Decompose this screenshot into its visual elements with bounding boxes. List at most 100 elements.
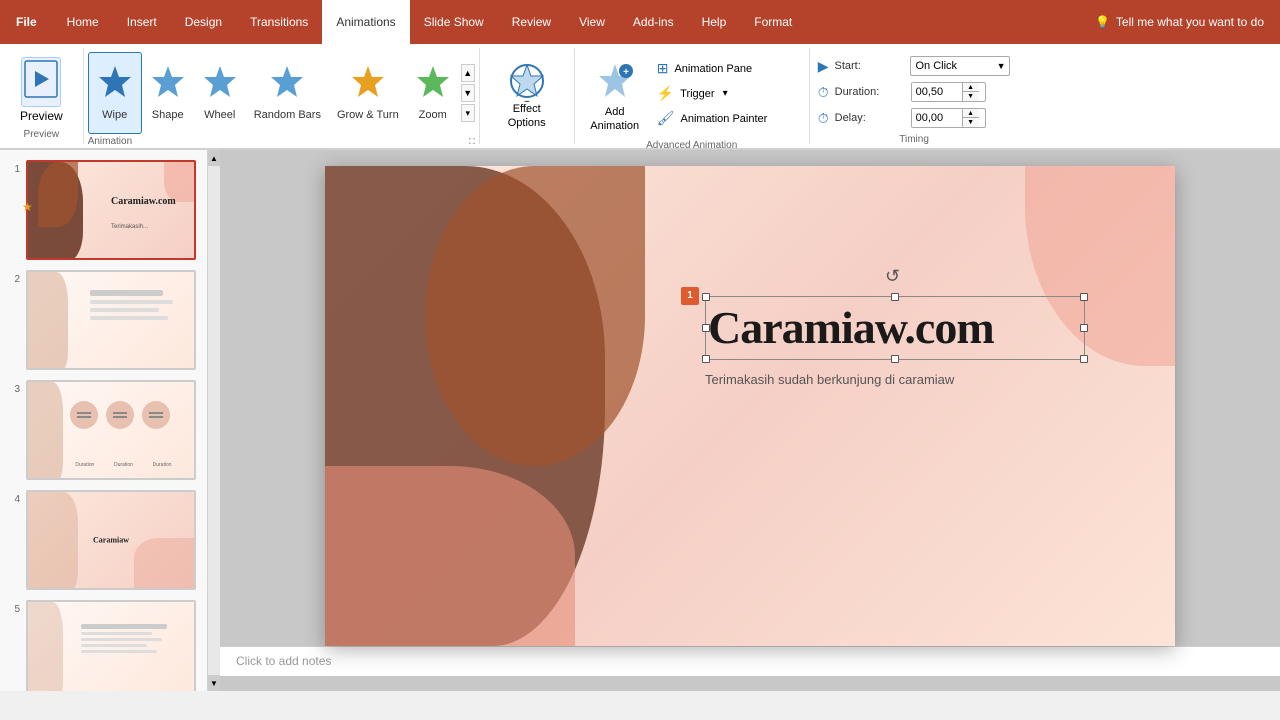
duration-icon: ⏱ <box>818 84 829 101</box>
handle-bottom-right[interactable] <box>1080 355 1088 363</box>
start-icon: ▶ <box>818 58 829 75</box>
handle-top-left[interactable] <box>702 293 710 301</box>
delay-value[interactable] <box>912 109 962 127</box>
advanced-items: + AddAnimation ⊞ Animation Pane ⚡ Trigge… <box>583 52 801 138</box>
handle-middle-right[interactable] <box>1080 324 1088 332</box>
animation-wheel[interactable]: Wheel <box>194 52 246 134</box>
handle-bottom-middle[interactable] <box>891 355 899 363</box>
duration-down[interactable]: ▼ <box>963 92 979 101</box>
tab-insert[interactable]: Insert <box>113 0 171 44</box>
slide-num-1: 1 <box>6 164 20 175</box>
tab-format[interactable]: Format <box>740 0 806 44</box>
slide-num-5: 5 <box>6 604 20 615</box>
notes-bar[interactable]: Click to add notes <box>220 646 1280 676</box>
slide-preview-5 <box>26 600 196 691</box>
slide-thumb-2[interactable]: 2 <box>4 268 203 372</box>
handle-top-right[interactable] <box>1080 293 1088 301</box>
shape-icon <box>150 64 186 105</box>
handle-top-middle[interactable] <box>891 293 899 301</box>
animation-shape[interactable]: Shape <box>142 52 194 134</box>
handle-middle-left[interactable] <box>702 324 710 332</box>
start-dropdown[interactable]: On Click ▼ <box>910 56 1010 76</box>
preview-group-label: Preview <box>24 127 60 140</box>
lightbulb-icon: 💡 <box>1095 15 1110 29</box>
animation-zoom[interactable]: Zoom <box>407 52 459 134</box>
notes-placeholder: Click to add notes <box>236 654 331 668</box>
add-animation-icon: + <box>594 61 636 103</box>
tab-slideshow[interactable]: Slide Show <box>410 0 498 44</box>
animation-scroll-controls: ▲ ▼ ▾ <box>461 64 475 122</box>
slides-panel: 1 Caramiaw.com Terimakasih... ★ <box>0 150 208 691</box>
delay-input[interactable]: ▲ ▼ <box>911 108 986 128</box>
effect-options-button[interactable]: ▼ EffectOptions <box>492 56 562 135</box>
slide-1-content: Caramiaw.com Terimakasih... <box>28 162 194 258</box>
slides-panel-outer: 1 Caramiaw.com Terimakasih... ★ <box>0 150 220 691</box>
preview-label: Preview <box>20 109 63 123</box>
thumb-4-blob2 <box>134 538 194 588</box>
thumb-2-text <box>86 286 186 353</box>
tab-design[interactable]: Design <box>171 0 236 44</box>
scroll-more-btn[interactable]: ▾ <box>461 104 475 122</box>
effect-options-area: ▼ EffectOptions <box>492 52 562 138</box>
scroll-up-btn[interactable]: ▲ <box>461 64 475 82</box>
tab-review[interactable]: Review <box>498 0 565 44</box>
slide-thumb-5[interactable]: 5 <box>4 598 203 691</box>
slides-scroll-down[interactable]: ▼ <box>208 675 220 691</box>
slide-subtitle: Terimakasih sudah berkunjung di caramiaw <box>705 372 1085 387</box>
svg-text:+: + <box>623 67 629 78</box>
tell-me-box[interactable]: 💡 Tell me what you want to do <box>1079 15 1280 29</box>
animation-random-bars[interactable]: Random Bars <box>246 52 329 134</box>
start-value: On Click <box>915 60 957 72</box>
ribbon-group-preview: Preview Preview <box>0 48 84 144</box>
tab-home[interactable]: Home <box>53 0 113 44</box>
tab-file[interactable]: File <box>0 0 53 44</box>
animation-painter-button[interactable]: 🖌 Animation Painter <box>651 108 801 129</box>
slide-thumb-4[interactable]: 4 Caramiaw <box>4 488 203 592</box>
thumb-4-title: Caramiaw <box>93 536 129 545</box>
timing-group-label: Timing <box>899 132 929 145</box>
duration-up[interactable]: ▲ <box>963 83 979 92</box>
animation-items-row: Wipe Shape <box>88 52 475 134</box>
tell-me-label: Tell me what you want to do <box>1116 15 1264 29</box>
tab-animations[interactable]: Animations <box>322 0 409 44</box>
animation-pane-button[interactable]: ⊞ Animation Pane <box>651 58 801 79</box>
handle-bottom-left[interactable] <box>702 355 710 363</box>
trigger-button[interactable]: ⚡ Trigger ▾ <box>651 83 801 104</box>
animation-grow-turn[interactable]: Grow & Turn <box>329 52 407 134</box>
animation-pane-icon: ⊞ <box>657 60 669 77</box>
preview-items: Preview <box>8 52 75 127</box>
tab-addins[interactable]: Add-ins <box>619 0 688 44</box>
animation-wipe[interactable]: Wipe <box>88 52 142 134</box>
shape-label: Shape <box>152 109 184 122</box>
animation-group-expand-icon[interactable]: ⛶ <box>469 137 475 147</box>
tab-transitions[interactable]: Transitions <box>236 0 322 44</box>
thumb-5-blob <box>28 602 63 691</box>
slide-thumb-3[interactable]: 3 <box>4 378 203 482</box>
tab-view[interactable]: View <box>565 0 619 44</box>
animation-painter-label: Animation Painter <box>680 113 767 125</box>
delay-down[interactable]: ▼ <box>963 118 979 127</box>
add-animation-label: AddAnimation <box>590 105 639 134</box>
slides-scrollbar[interactable]: ▲ ▼ <box>208 150 220 691</box>
trigger-icon: ⚡ <box>657 85 674 102</box>
preview-button[interactable]: Preview <box>8 53 75 127</box>
slides-scroll-up[interactable]: ▲ <box>208 150 220 166</box>
ribbon-group-timing: ▶ Start: On Click ▼ ⏱ Duration: ▲ <box>810 48 1019 144</box>
duration-input[interactable]: ▲ ▼ <box>911 82 986 102</box>
slide-preview-3: DurationDurationDuration <box>26 380 196 480</box>
slide-preview-4: Caramiaw <box>26 490 196 590</box>
slide-thumb-1[interactable]: 1 Caramiaw.com Terimakasih... ★ <box>4 158 203 262</box>
delay-label: Delay: <box>835 112 905 124</box>
rotate-handle[interactable]: ↺ <box>885 266 900 287</box>
selected-textbox[interactable]: ↺ 1 Caramiaw.com <box>705 296 1085 388</box>
wheel-icon <box>202 64 238 105</box>
duration-value[interactable] <box>912 83 962 101</box>
add-animation-button[interactable]: + AddAnimation <box>583 56 647 138</box>
delay-up[interactable]: ▲ <box>963 109 979 118</box>
duration-spinners: ▲ ▼ <box>962 83 979 101</box>
trigger-label: Trigger <box>680 88 714 100</box>
scroll-down-btn[interactable]: ▼ <box>461 84 475 102</box>
slide-1-star: ★ <box>22 200 33 214</box>
tab-help[interactable]: Help <box>688 0 741 44</box>
slide-5-content <box>28 602 194 691</box>
